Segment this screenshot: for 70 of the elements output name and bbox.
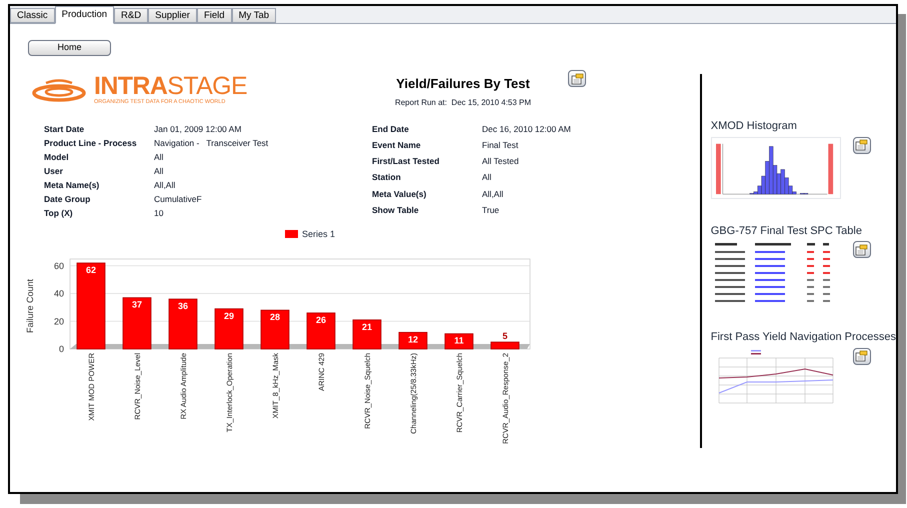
axis-title: Failure Count bbox=[25, 278, 35, 334]
axis-tick-label: 20 bbox=[54, 316, 64, 326]
export-button[interactable] bbox=[852, 241, 871, 258]
data-label: 62 bbox=[86, 265, 96, 275]
parameter-label: Event Name bbox=[372, 138, 422, 152]
tab[interactable]: R&D bbox=[114, 8, 148, 23]
parameter-value: All bbox=[154, 164, 164, 178]
parameter-label: Show Table bbox=[372, 204, 420, 218]
bar bbox=[352, 319, 382, 350]
parameter-value: 10 bbox=[154, 206, 164, 220]
parameter-value: All bbox=[482, 171, 492, 184]
parameter-value: CumulativeF bbox=[154, 192, 203, 206]
axis-tick-label: 0 bbox=[58, 344, 64, 354]
parameter-value: All bbox=[154, 150, 164, 164]
parameter-label: Date Group bbox=[44, 192, 92, 206]
parameter-value: All,All bbox=[482, 188, 504, 201]
tab[interactable]: Field bbox=[196, 8, 232, 23]
bar bbox=[306, 312, 336, 350]
widget-title: GBG-757 Final Test SPC Table bbox=[710, 224, 863, 238]
bar bbox=[168, 298, 198, 350]
bar bbox=[490, 342, 520, 350]
home-button[interactable]: Home bbox=[28, 40, 111, 56]
bar bbox=[444, 333, 474, 350]
parameter-label: User bbox=[44, 164, 64, 178]
parameter-label: Start Date bbox=[44, 122, 86, 136]
parameter-value: All,All bbox=[154, 178, 176, 192]
parameter-label: Station bbox=[372, 171, 402, 184]
data-label: 5 bbox=[502, 331, 508, 342]
parameter-label: Meta Name(s) bbox=[44, 178, 100, 192]
export-button[interactable] bbox=[852, 348, 871, 364]
parameter-value: Final Test bbox=[482, 138, 520, 152]
legend-swatch bbox=[284, 230, 298, 238]
parameter-value: True bbox=[482, 204, 500, 218]
data-label: 11 bbox=[454, 336, 464, 346]
parameter-label: Product Line - Process bbox=[44, 136, 138, 150]
logo-wordmark: INTRASTAGE bbox=[94, 74, 248, 98]
tab[interactable]: Supplier bbox=[148, 8, 197, 23]
data-label: 21 bbox=[362, 322, 372, 332]
parameter-label: Top (X) bbox=[44, 206, 74, 220]
parameter-value: Navigation - Transceiver Test bbox=[154, 136, 270, 150]
logo-icon bbox=[32, 78, 86, 102]
axis-tick-label: 60 bbox=[54, 260, 64, 271]
legend-label: Series 1 bbox=[302, 228, 336, 240]
data-label: 12 bbox=[408, 334, 418, 344]
widget-title: XMOD Histogram bbox=[710, 119, 798, 134]
parameter-label: Meta Value(s) bbox=[372, 188, 428, 201]
parameter-value: Dec 16, 2010 12:00 AM bbox=[482, 122, 571, 136]
tab[interactable]: Classic bbox=[10, 8, 55, 23]
data-label: 28 bbox=[270, 312, 280, 322]
bar bbox=[260, 310, 290, 350]
tab[interactable]: My Tab bbox=[232, 8, 276, 23]
tab[interactable]: Production bbox=[54, 6, 114, 24]
bar bbox=[122, 297, 152, 350]
parameter-value: Jan 01, 2009 12:00 AM bbox=[154, 122, 242, 136]
data-label: 36 bbox=[178, 301, 188, 312]
data-label: 37 bbox=[132, 300, 142, 310]
bar bbox=[214, 308, 244, 350]
export-button[interactable] bbox=[852, 136, 871, 154]
parameter-label: First/Last Tested bbox=[372, 155, 440, 168]
parameter-label: End Date bbox=[372, 122, 410, 136]
data-label: 29 bbox=[224, 310, 234, 321]
report-run-time: Report Run at: Dec 15, 2010 4:53 PM bbox=[394, 96, 532, 108]
parameter-value: All Tested bbox=[482, 155, 520, 168]
report-title: Yield/Failures By Test bbox=[396, 75, 530, 93]
axis-tick-label: 40 bbox=[54, 288, 64, 299]
parameter-label: Model bbox=[44, 150, 70, 164]
data-label: 26 bbox=[316, 314, 326, 325]
widget-title: First Pass Yield Navigation Processes bbox=[710, 330, 896, 345]
export-button[interactable] bbox=[568, 70, 586, 87]
bar bbox=[398, 332, 428, 350]
